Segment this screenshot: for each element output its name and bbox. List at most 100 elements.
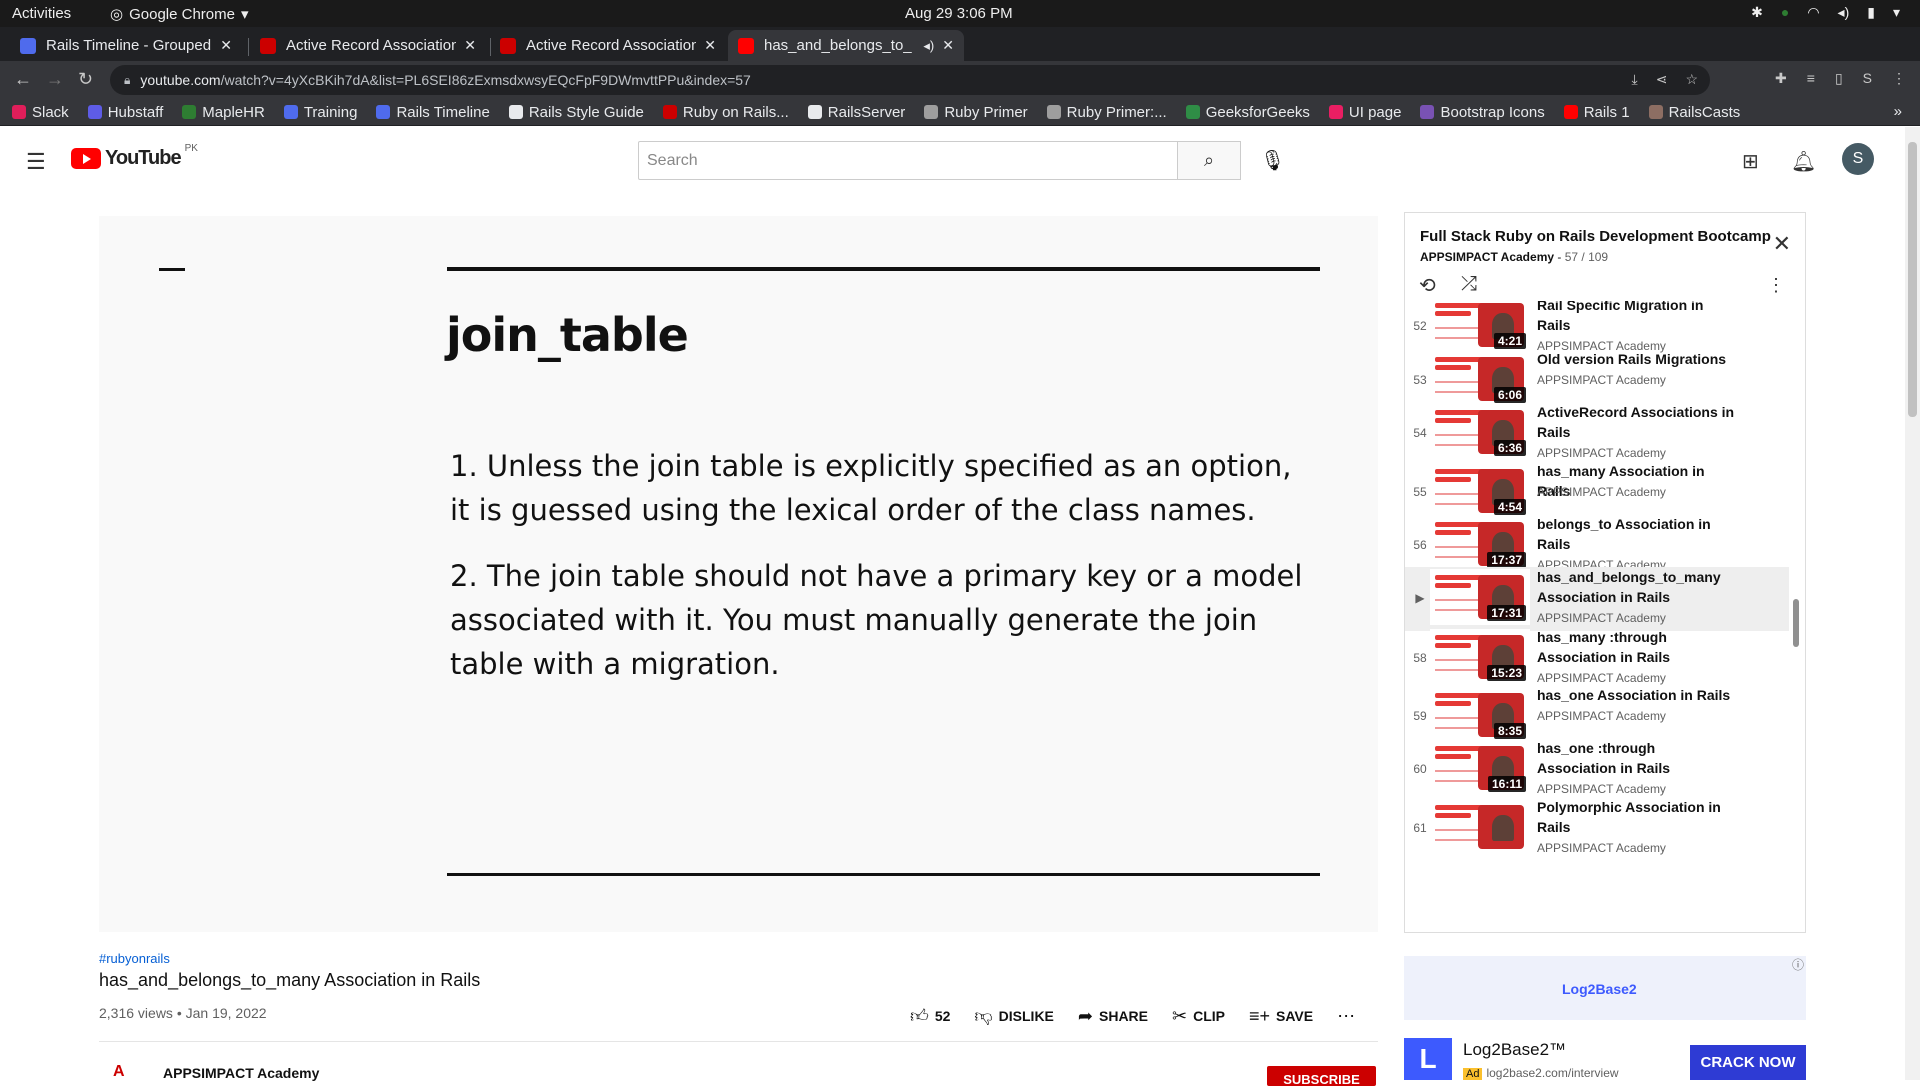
playlist-channel[interactable]: APPSIMPACT Academy [1420, 250, 1554, 264]
video-thumbnail[interactable] [1430, 799, 1530, 855]
volume-icon[interactable]: ◂) [1838, 4, 1850, 21]
bookmark-rails-1[interactable]: Rails 1 [1563, 104, 1630, 121]
ad-brand-icon[interactable]: L [1404, 1038, 1452, 1080]
shuffle-icon[interactable]: ⤮ [1461, 273, 1477, 296]
system-tray[interactable]: ✱ ● ◠ ◂) ▮ ▾ [1751, 4, 1900, 21]
share-icon[interactable]: ⋖ [1656, 71, 1668, 88]
youtube-logo[interactable]: YouTube PK [71, 143, 198, 170]
playlist-item-title[interactable]: ActiveRecord Associations in Rails [1537, 402, 1737, 442]
loop-icon[interactable]: ⟲ [1419, 273, 1436, 298]
extensions-icon[interactable]: ✚ [1775, 70, 1787, 87]
channel-name[interactable]: APPSIMPACT Academy [163, 1065, 319, 1081]
channel-avatar[interactable]: A [113, 1063, 125, 1081]
ad-banner[interactable]: Log2Base2 [1404, 956, 1806, 1020]
install-icon[interactable]: ⤓ [1632, 71, 1638, 88]
hamburger-menu-icon[interactable]: ☰ [26, 149, 46, 175]
playlist-item-title[interactable]: belongs_to Association in Rails [1537, 514, 1737, 554]
search-button[interactable]: ⌕ [1177, 141, 1241, 180]
ad-name[interactable]: Log2Base2™ [1463, 1040, 1566, 1060]
like-button[interactable]: 👍︎ 52 [910, 1005, 950, 1027]
notifications-bell-icon[interactable]: 🔔︎ [1791, 149, 1816, 174]
video-thumbnail[interactable]: 4:54 [1430, 463, 1530, 519]
playlist-item-title[interactable]: has_one :through Association in Rails [1537, 738, 1737, 778]
tab-youtube-active[interactable]: has_and_belongs_to_ ◂) ✕ [728, 30, 964, 61]
playlist-scrollbar[interactable] [1793, 599, 1799, 647]
bookmark-bootstrap-icons[interactable]: Bootstrap Icons [1420, 104, 1545, 121]
reload-button[interactable]: ↻ [78, 69, 93, 90]
share-button[interactable]: ➦ SHARE [1078, 1005, 1148, 1027]
bookmark-rails-timeline[interactable]: Rails Timeline [376, 104, 490, 121]
video-thumbnail[interactable]: 16:11 [1430, 740, 1530, 796]
close-icon[interactable]: ✕ [942, 37, 954, 54]
activities-button[interactable]: Activities [12, 5, 71, 22]
sync-icon[interactable]: ● [1781, 4, 1789, 21]
chevron-down-icon[interactable]: ▾ [1893, 4, 1900, 21]
playlist-item-title[interactable]: Old version Rails Migrations [1537, 349, 1737, 369]
playlist-item[interactable]: 58 15:23 has_many :through Association in … [1405, 627, 1789, 691]
bookmark-hubstaff[interactable]: Hubstaff [87, 104, 163, 121]
bookmark-geeksforgeeks[interactable]: GeeksforGeeks [1185, 104, 1310, 121]
more-actions-button[interactable]: ⋯ [1337, 1005, 1355, 1027]
menu-kebab-icon[interactable]: ⋮ [1892, 70, 1906, 87]
tab-rails-timeline[interactable]: Rails Timeline - Grouped - ✕ [10, 30, 242, 61]
playlist-item[interactable]: 54 6:36 ActiveRecord Associations in Rails… [1405, 402, 1789, 466]
back-button[interactable]: ← [14, 69, 32, 90]
playlist-item[interactable]: 61 Polymorphic Association in Rails APPSIM… [1405, 797, 1789, 861]
battery-icon[interactable]: ▮ [1867, 4, 1875, 21]
app-menu[interactable]: ◎ Google Chrome ▾ [110, 5, 249, 24]
ad-cta-button[interactable]: CRACK NOW [1690, 1045, 1806, 1080]
extension-tray-icon[interactable]: ✱ [1751, 4, 1763, 21]
video-thumbnail[interactable]: 15:23 [1430, 629, 1530, 685]
scrollbar-thumb[interactable] [1908, 142, 1917, 417]
bookmark-railscasts[interactable]: RailsCasts [1648, 104, 1740, 121]
bookmark-ruby-on-rails[interactable]: Ruby on Rails... [662, 104, 789, 121]
playlist-item-title[interactable]: has_many :through Association in Rails [1537, 627, 1737, 667]
playlist-item-title[interactable]: has_one Association in Rails [1537, 685, 1737, 705]
address-bar[interactable]: 🔒︎ youtube.com /watch?v=4yXcBKih7dA&list… [110, 65, 1710, 95]
media-icon[interactable]: ≡ [1807, 70, 1815, 87]
playlist-item-title[interactable]: has_and_belongs_to_many Association in R… [1537, 567, 1737, 607]
playlist-title[interactable]: Full Stack Ruby on Rails Development Boo… [1420, 228, 1771, 245]
video-thumbnail[interactable]: 6:06 [1430, 351, 1530, 407]
video-thumbnail[interactable]: 6:36 [1430, 404, 1530, 460]
close-icon[interactable]: ✕ [220, 37, 232, 54]
bookmark-rails-style-guide[interactable]: Rails Style Guide [508, 104, 644, 121]
bookmark-slack[interactable]: Slack [12, 104, 69, 121]
wifi-icon[interactable]: ◠ [1807, 4, 1819, 21]
video-thumbnail[interactable]: 8:35 [1430, 687, 1530, 743]
playlist-item[interactable]: 60 16:11 has_one :through Association in R… [1405, 738, 1789, 802]
save-button[interactable]: ≡+ SAVE [1249, 1005, 1313, 1027]
tab-active-record-2[interactable]: Active Record Association ✕ [490, 30, 726, 61]
video-thumbnail[interactable]: 17:37 [1430, 516, 1530, 572]
bookmark-training[interactable]: Training [283, 104, 357, 121]
sidepanel-icon[interactable]: ▯ [1835, 70, 1843, 87]
hashtag-link[interactable]: #rubyonrails [99, 951, 170, 966]
profile-icon[interactable]: S [1863, 70, 1872, 87]
bookmarks-overflow-icon[interactable]: » [1894, 103, 1902, 120]
bookmark-railsserver[interactable]: RailsServer [807, 104, 905, 121]
search-input[interactable]: Search [638, 141, 1178, 180]
video-player[interactable]: join_table 1. Unless the join table is e… [99, 216, 1378, 932]
close-icon[interactable]: ✕ [1773, 231, 1791, 257]
playlist-item-title[interactable]: Rail Specific Migration in Rails [1537, 301, 1737, 335]
video-thumbnail[interactable]: 4:21 [1430, 301, 1530, 353]
tab-active-record-1[interactable]: Active Record Association ✕ [250, 30, 486, 61]
playlist-item[interactable]: ▶ 17:31 has_and_belongs_to_many Associatio… [1405, 567, 1789, 631]
bookmark-ruby-primer[interactable]: Ruby Primer [924, 104, 1028, 121]
audio-playing-icon[interactable]: ◂) [923, 38, 934, 54]
info-icon[interactable]: ⓘ [1792, 956, 1804, 973]
page-scrollbar[interactable] [1905, 127, 1920, 1080]
dislike-button[interactable]: 👎︎ DISLIKE [974, 1005, 1054, 1027]
close-icon[interactable]: ✕ [704, 37, 716, 54]
microphone-icon[interactable]: 🎙︎ [1260, 148, 1285, 173]
bookmark-maplehr[interactable]: MapleHR [182, 104, 265, 121]
playlist-item-title[interactable]: Polymorphic Association in Rails [1537, 797, 1737, 837]
clip-button[interactable]: ✂ CLIP [1172, 1005, 1225, 1027]
avatar[interactable]: S [1842, 143, 1874, 175]
bookmark-ui-page[interactable]: UI page [1328, 104, 1401, 121]
star-icon[interactable]: ☆ [1685, 71, 1698, 88]
subscribe-button[interactable]: SUBSCRIBE [1267, 1066, 1376, 1087]
video-thumbnail[interactable]: 17:31 [1430, 569, 1530, 625]
bookmark-ruby-primer[interactable]: Ruby Primer:... [1046, 104, 1167, 121]
create-video-icon[interactable]: ⊞ [1742, 149, 1759, 174]
